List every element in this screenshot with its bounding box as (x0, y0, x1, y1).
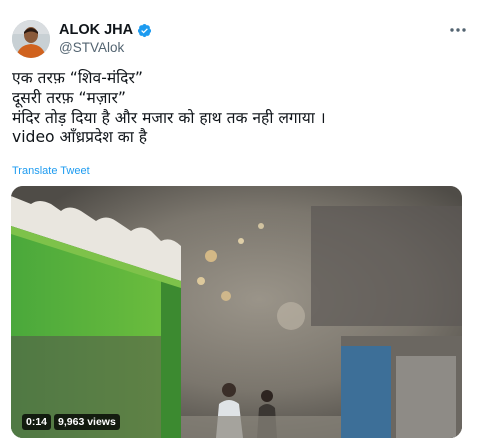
author-name[interactable]: ALOK JHA (59, 22, 133, 38)
tweet-text-line: मंदिर तोड़ दिया है और मजार को हाथ तक नही… (12, 108, 326, 127)
video-views: 9,963 views (54, 414, 120, 430)
avatar-image (12, 20, 50, 58)
translate-tweet-link[interactable]: Translate Tweet (12, 165, 90, 177)
video-thumbnail (11, 186, 462, 438)
author-handle[interactable]: @STVAlok (59, 40, 124, 55)
video-duration: 0:14 (22, 414, 52, 430)
tweet-text: एक तरफ़ “शिव-मंदिर” दूसरी तरफ़ “मज़ार” म… (12, 69, 474, 148)
avatar[interactable] (12, 20, 50, 58)
tweet-card: ALOK JHA @STVAlok एक तरफ़ “शिव-मंदिर” दू… (0, 0, 483, 447)
video-player[interactable] (11, 186, 462, 438)
tweet-text-line: एक तरफ़ “शिव-मंदिर” (12, 69, 143, 87)
more-options-button[interactable] (447, 22, 469, 38)
tweet-text-line: video आँध्रप्रदेश का है (12, 128, 148, 147)
more-options-icon (450, 28, 466, 32)
author-name-row[interactable]: ALOK JHA (59, 22, 152, 38)
verified-badge-icon (138, 23, 152, 37)
tweet-text-line: दूसरी तरफ़ “मज़ार” (12, 88, 126, 107)
video-stats: 0:14 9,963 views (22, 414, 120, 430)
